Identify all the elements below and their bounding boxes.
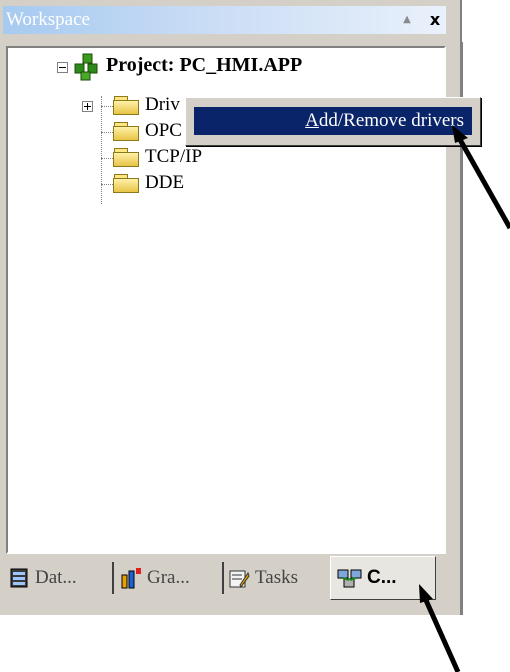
arrow-head — [419, 584, 433, 603]
annotation-arrows — [419, 125, 510, 672]
arrow-to-menu — [455, 134, 510, 230]
arrow-head — [452, 125, 468, 143]
arrow-to-tab — [422, 596, 461, 672]
